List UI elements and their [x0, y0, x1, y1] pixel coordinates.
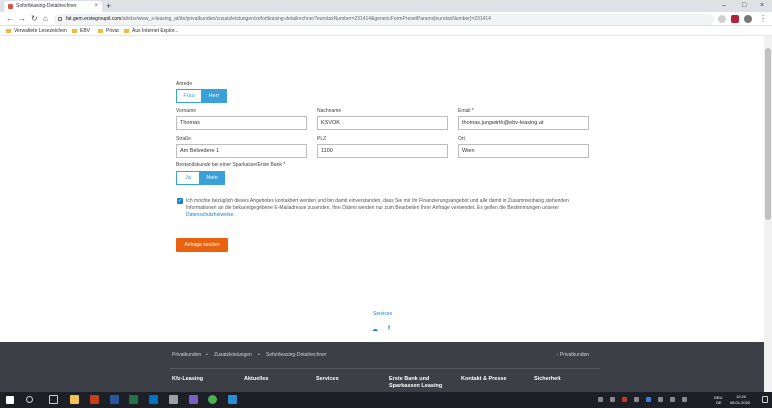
- bestandskunde-label: Bestandskunde bei einer Sparkasse/Erste …: [176, 162, 286, 168]
- tray-icon[interactable]: [634, 397, 639, 402]
- ort-field[interactable]: Wien: [458, 144, 589, 158]
- page-content: Anrede Frau Herr Vorname Thomas Nachname…: [0, 36, 764, 392]
- tray-icon[interactable]: [646, 397, 651, 402]
- footer-nav-aktuelles[interactable]: Aktuelles: [244, 376, 268, 383]
- tab-close-icon[interactable]: ×: [94, 1, 98, 12]
- folder-icon: [6, 28, 11, 33]
- chrome-icon[interactable]: [208, 395, 217, 404]
- calculator-icon[interactable]: [169, 395, 178, 404]
- extension-icon[interactable]: [718, 15, 726, 23]
- vorname-label: Vorname: [176, 108, 197, 114]
- datenschutz-link[interactable]: Datenschutzhinweise: [186, 212, 233, 218]
- breadcrumb-privatkunden[interactable]: Privatkunden: [172, 352, 201, 358]
- strasse-field[interactable]: Am Belvedere 1: [176, 144, 307, 158]
- anrede-label: Anrede: [176, 81, 193, 87]
- forward-icon[interactable]: →: [18, 13, 26, 25]
- clock-date[interactable]: 08.01.2020: [730, 400, 750, 405]
- back-icon[interactable]: ←: [6, 13, 14, 25]
- file-explorer-icon[interactable]: [70, 395, 79, 404]
- url-input[interactable]: fat.gem.erstegroupit.com/at/ebv/www_s-le…: [54, 14, 714, 25]
- bestandskunde-ja-button[interactable]: Ja: [176, 171, 200, 185]
- footer-nav-sicherheit[interactable]: Sicherheit: [534, 376, 561, 383]
- battery-icon[interactable]: [682, 397, 687, 402]
- app-icon[interactable]: [189, 395, 198, 404]
- address-bar-row: ← → ↻ ⌂ fat.gem.erstegroupit.com/at/ebv/…: [0, 12, 772, 26]
- footer-divider: [170, 368, 600, 369]
- task-view-icon[interactable]: [49, 395, 58, 404]
- lock-icon[interactable]: [58, 17, 62, 21]
- url-host: fat.gem.erstegroupit.com: [66, 16, 122, 22]
- language-sub-indicator: DE: [716, 400, 722, 405]
- minimize-icon[interactable]: –: [722, 0, 726, 12]
- outlook-icon[interactable]: [149, 395, 158, 404]
- plz-label: PLZ: [317, 136, 327, 142]
- windows-taskbar: DEU DE 12:20 08.01.2020: [0, 392, 772, 408]
- home-icon[interactable]: ⌂: [43, 13, 48, 25]
- close-window-icon[interactable]: ×: [760, 0, 764, 12]
- bookmark-ebv[interactable]: EBV: [72, 27, 90, 35]
- breadcrumb-separator: •: [206, 352, 208, 358]
- anrede-frau-button[interactable]: Frau: [176, 89, 202, 103]
- browser-tab-bar: Sofortleasing-Detailrechner × + – □ ×: [0, 0, 772, 12]
- folder-icon: [124, 28, 129, 33]
- excel-icon[interactable]: [129, 395, 138, 404]
- strasse-label: Straße: [176, 136, 192, 142]
- tray-icon[interactable]: [622, 397, 627, 402]
- reload-icon[interactable]: ↻: [31, 13, 38, 25]
- profile-avatar[interactable]: [744, 15, 752, 23]
- bestandskunde-nein-button[interactable]: Nein: [199, 171, 225, 185]
- bookmarks-bar: Verwaltete Lesezeichen EBV Privat Aus In…: [0, 26, 772, 36]
- anfrage-senden-button[interactable]: Anfrage senden: [176, 238, 228, 252]
- services-link[interactable]: Services: [373, 311, 392, 317]
- bookmark-verwaltete[interactable]: Verwaltete Lesezeichen: [6, 27, 67, 35]
- cloud-icon[interactable]: ☁: [372, 326, 378, 333]
- windows-start-icon[interactable]: [6, 396, 14, 404]
- tab-sofortleasing[interactable]: Sofortleasing-Detailrechner ×: [4, 1, 102, 12]
- footer: Privatkunden • Zusatzleistungen • Sofort…: [0, 342, 764, 392]
- shield-icon[interactable]: [731, 15, 739, 23]
- email-field[interactable]: thomas.jungwirth@ebv-leasing.at: [458, 116, 589, 130]
- consent-text: Ich möchte bezüglich dieses Angebotes ko…: [186, 198, 569, 218]
- bookmark-privat[interactable]: Privat: [98, 27, 119, 35]
- plz-field[interactable]: 1100: [317, 144, 448, 158]
- ort-label: Ort: [458, 136, 465, 142]
- facebook-icon[interactable]: f: [388, 326, 390, 332]
- maximize-icon[interactable]: □: [742, 0, 746, 12]
- folder-icon: [98, 28, 103, 33]
- notification-icon[interactable]: [762, 396, 768, 403]
- tab-title: Sofortleasing-Detailrechner: [16, 3, 77, 9]
- nachname-field[interactable]: KSVOK: [317, 116, 448, 130]
- menu-icon[interactable]: ⋮: [759, 13, 767, 25]
- outlook-window-icon[interactable]: [228, 395, 237, 404]
- tray-icon[interactable]: [610, 397, 615, 402]
- new-tab-button[interactable]: +: [106, 0, 111, 12]
- consent-checkbox[interactable]: ✓: [177, 198, 183, 204]
- url-path: /at/ebv/www_s-leasing_at/de/privatkunden…: [121, 16, 491, 22]
- vorname-field[interactable]: Thomas: [176, 116, 307, 130]
- breadcrumb-zusatzleistungen[interactable]: Zusatzleistungen: [214, 352, 252, 358]
- scrollbar-thumb[interactable]: [765, 48, 771, 220]
- folder-icon: [72, 28, 77, 33]
- network-icon[interactable]: [658, 397, 663, 402]
- email-label: Email *: [458, 108, 474, 114]
- footer-nav-services[interactable]: Services: [316, 376, 339, 383]
- anrede-herr-button[interactable]: Herr: [201, 89, 227, 103]
- back-to-top-link[interactable]: ↑ Privatkunden: [556, 352, 589, 358]
- nachname-label: Nachname: [317, 108, 342, 114]
- word-icon[interactable]: [110, 395, 119, 404]
- favicon-icon: [8, 4, 13, 9]
- powerpoint-icon[interactable]: [90, 395, 99, 404]
- tray-icon[interactable]: [598, 397, 603, 402]
- breadcrumb-separator: •: [258, 352, 260, 358]
- volume-icon[interactable]: [670, 397, 675, 402]
- breadcrumb-sofortleasing[interactable]: Sofortleasing-Detailrechner: [266, 352, 327, 358]
- search-icon[interactable]: [26, 396, 33, 403]
- footer-nav-kfz-leasing[interactable]: Kfz-Leasing: [172, 376, 203, 383]
- footer-nav-kontakt-presse[interactable]: Kontakt & Presse: [461, 376, 507, 383]
- bookmark-internet-explorer[interactable]: Aus Internet Explor...: [124, 27, 178, 35]
- footer-nav-erste-bank[interactable]: Erste Bank und Sparkassen Leasing: [389, 376, 451, 390]
- clock-time[interactable]: 12:20: [736, 394, 746, 399]
